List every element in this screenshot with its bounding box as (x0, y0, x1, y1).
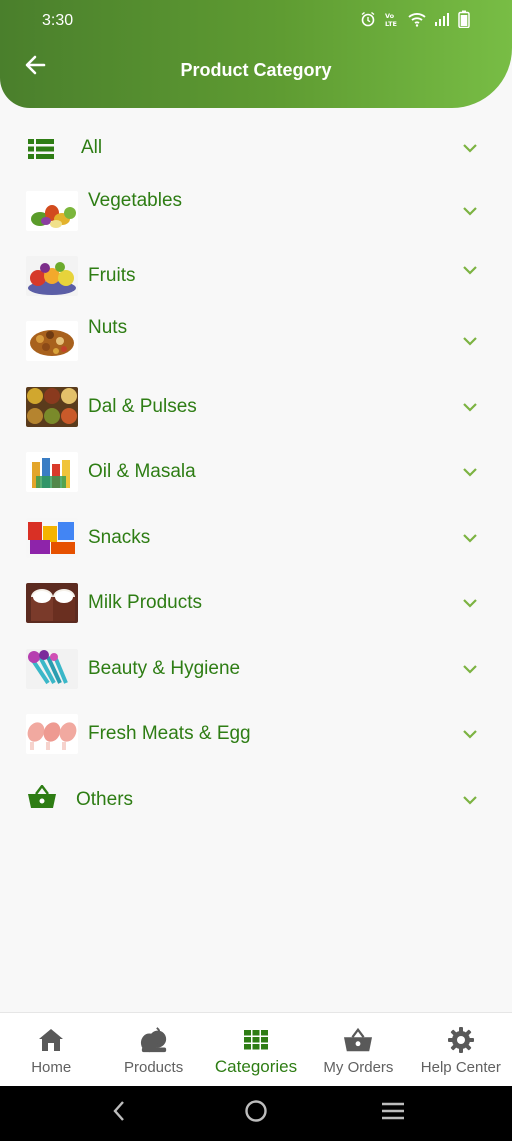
category-list: All Vegetables Fruits Nuts Dal & Pulses … (0, 118, 512, 833)
category-item-beauty-hygiene[interactable]: Beauty & Hygiene (0, 636, 512, 702)
menu-icon (381, 1101, 405, 1126)
category-item-snacks[interactable]: Snacks (0, 505, 512, 571)
dal-pulses-image (26, 386, 78, 427)
chevron-down-icon[interactable] (462, 262, 478, 278)
fresh-meats-image (26, 714, 78, 755)
nav-label: Home (31, 1059, 72, 1076)
page-title: Product Category (180, 59, 332, 80)
nav-products[interactable]: Products (102, 1013, 204, 1086)
chevron-left-icon (111, 1100, 127, 1127)
system-back-button[interactable] (99, 1094, 139, 1134)
system-recents-button[interactable] (373, 1094, 413, 1134)
category-label: Nuts (88, 316, 128, 338)
list-icon (28, 139, 54, 164)
milk-products-image (26, 583, 78, 624)
wifi-icon (408, 11, 426, 32)
volte-icon: Vo LTE (384, 11, 400, 32)
nav-label: Products (124, 1059, 184, 1076)
fruit-basket-icon (140, 1026, 168, 1054)
battery-icon (458, 10, 470, 33)
svg-text:LTE: LTE (385, 20, 397, 27)
nav-help-center[interactable]: Help Center (410, 1013, 512, 1086)
back-button[interactable] (20, 52, 50, 82)
category-item-fresh-meats-egg[interactable]: Fresh Meats & Egg (0, 702, 512, 768)
category-label: All (81, 137, 103, 158)
svg-text:Vo: Vo (385, 12, 395, 20)
gear-icon (447, 1026, 475, 1054)
nuts-image (26, 321, 78, 362)
nav-label: My Orders (323, 1059, 394, 1076)
category-label: Fresh Meats & Egg (88, 723, 251, 745)
category-item-fruits[interactable]: Fruits (0, 243, 512, 309)
chevron-down-icon[interactable] (462, 661, 478, 677)
status-icons: Vo LTE (360, 10, 470, 33)
category-item-all[interactable]: All (0, 118, 512, 178)
app-header: 3:30 Vo LTE Product Category (0, 0, 512, 108)
chevron-down-icon[interactable] (462, 399, 478, 415)
category-item-nuts[interactable]: Nuts (0, 309, 512, 375)
chevron-down-icon[interactable] (462, 792, 478, 808)
signal-icon (434, 11, 450, 32)
category-item-vegetables[interactable]: Vegetables (0, 178, 512, 243)
category-label: Milk Products (88, 592, 203, 614)
system-nav-bar (0, 1086, 512, 1141)
chevron-down-icon[interactable] (462, 140, 478, 156)
snacks-image (26, 517, 78, 558)
chevron-down-icon[interactable] (462, 464, 478, 480)
grid-icon (242, 1026, 270, 1054)
nav-label: Help Center (420, 1059, 501, 1076)
home-icon (37, 1026, 65, 1054)
chevron-down-icon[interactable] (462, 203, 478, 219)
category-label: Dal & Pulses (88, 395, 197, 417)
category-label: Vegetables (88, 190, 183, 211)
status-bar: 3:30 Vo LTE (0, 0, 512, 42)
beauty-hygiene-image (26, 648, 78, 689)
alarm-icon (360, 11, 376, 32)
category-label: Snacks (88, 526, 151, 548)
nav-categories[interactable]: Categories (205, 1013, 307, 1086)
chevron-down-icon[interactable] (462, 333, 478, 349)
nav-my-orders[interactable]: My Orders (307, 1013, 409, 1086)
category-item-oil-masala[interactable]: Oil & Masala (0, 440, 512, 506)
system-home-button[interactable] (236, 1094, 276, 1134)
circle-icon (244, 1099, 268, 1128)
arrow-left-icon (23, 53, 47, 82)
basket-icon (344, 1026, 373, 1054)
nav-home[interactable]: Home (0, 1013, 102, 1086)
chevron-down-icon[interactable] (462, 595, 478, 611)
oil-masala-image (26, 452, 78, 493)
category-item-others[interactable]: Others (0, 767, 512, 833)
fruits-image (26, 255, 78, 296)
category-item-dal-pulses[interactable]: Dal & Pulses (0, 374, 512, 440)
app-bar: Product Category (0, 44, 512, 96)
category-label: Beauty & Hygiene (88, 657, 241, 679)
category-label: Oil & Masala (88, 461, 196, 483)
chevron-down-icon[interactable] (462, 726, 478, 742)
status-time: 3:30 (42, 12, 74, 29)
bottom-nav: Home Products Categories My Orders Help … (0, 1012, 512, 1086)
nav-label: Categories (214, 1057, 298, 1076)
chevron-down-icon[interactable] (462, 530, 478, 546)
category-label: Fruits (88, 264, 136, 286)
basket-icon (28, 784, 56, 814)
category-label: Others (76, 788, 134, 810)
vegetables-image (26, 190, 78, 231)
category-item-milk-products[interactable]: Milk Products (0, 571, 512, 637)
